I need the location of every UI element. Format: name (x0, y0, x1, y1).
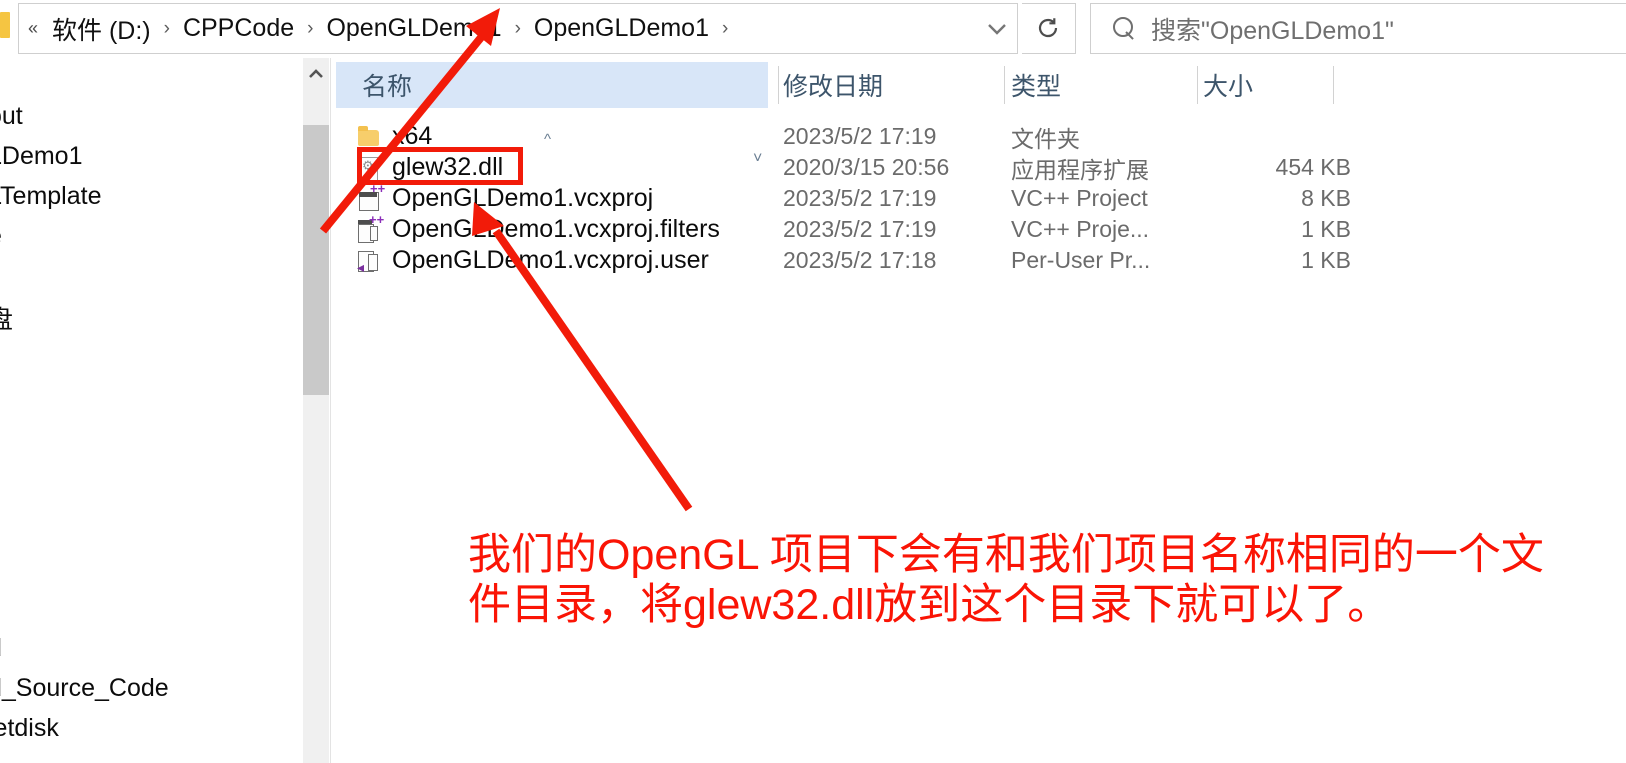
explorer-window: « 软件 (D:) › CPPCode › OpenGLDemo1 › Open… (0, 0, 1626, 763)
breadcrumb-item-opengldemo1[interactable]: OpenGLDemo1 (320, 14, 507, 43)
table-row[interactable]: OpenGLDemo1.vcxproj.filters 2023/5/2 17:… (331, 214, 1626, 245)
column-header-type-label: 类型 (1011, 73, 1062, 101)
breadcrumb-item-opengldemo1-inner[interactable]: OpenGLDemo1 (528, 14, 715, 43)
search-input[interactable]: 搜索"OpenGLDemo1" (1151, 11, 1394, 47)
chevron-down-icon[interactable] (975, 3, 1018, 54)
file-name-label: OpenGLDemo1.vcxproj (392, 184, 654, 212)
file-type-cell: VC++ Proje... (1011, 216, 1150, 242)
file-date-cell: 2023/5/2 17:19 (783, 216, 937, 242)
column-divider[interactable] (1197, 66, 1198, 104)
file-date-cell: 2023/5/2 17:19 (783, 123, 937, 149)
file-size-cell: 1 KB (1301, 216, 1351, 242)
column-divider[interactable] (1004, 66, 1005, 104)
table-row[interactable]: OpenGLDemo1.vcxproj 2023/5/2 17:19 VC++ … (331, 183, 1626, 214)
vcxproj-file-icon (357, 183, 385, 212)
vcxproj-filters-file-icon (357, 214, 384, 243)
vcxproj-user-file-icon: ◂ (357, 248, 381, 274)
file-name-cell[interactable]: OpenGLDemo1.vcxproj (357, 183, 653, 214)
chevron-up-icon[interactable] (303, 58, 329, 90)
nav-item-0[interactable]: out (0, 102, 23, 131)
breadcrumb-item-cppcode[interactable]: CPPCode (177, 14, 300, 43)
column-divider[interactable] (778, 66, 779, 104)
folder-icon (357, 124, 381, 150)
file-size-cell: 1 KB (1301, 247, 1351, 273)
file-name-cell[interactable]: glew32.dll (357, 152, 503, 183)
file-type-cell: 文件夹 (1011, 125, 1080, 152)
chevron-right-icon: › (722, 17, 729, 39)
breadcrumb[interactable]: « 软件 (D:) › CPPCode › OpenGLDemo1 › Open… (28, 0, 735, 57)
nav-item-4[interactable]: 盘 (0, 300, 13, 336)
breadcrumb-overflow-icon[interactable]: « (28, 18, 46, 39)
column-header-name[interactable]: 名称 (336, 62, 768, 108)
file-size-cell: 8 KB (1301, 185, 1351, 211)
file-list-pane: 名称 ˅ ^ 修改日期 类型 大小 x64 2023/5/2 17:19 文件夹 (331, 58, 1626, 763)
file-name-cell[interactable]: x64 (357, 121, 432, 152)
file-date-cell: 2023/5/2 17:19 (783, 185, 937, 211)
file-name-label: OpenGLDemo1.vcxproj.filters (392, 215, 720, 243)
column-header-date[interactable]: 修改日期 (783, 62, 1008, 108)
file-name-cell[interactable]: OpenGLDemo1.vcxproj.filters (357, 214, 720, 245)
table-row[interactable]: x64 2023/5/2 17:19 文件夹 (331, 121, 1626, 152)
chevron-right-icon: › (514, 17, 521, 39)
nav-item-8[interactable]: d_Source_Code (0, 674, 169, 703)
column-header-name-label: 名称 (362, 73, 413, 101)
nav-item-1[interactable]: LDemo1 (0, 142, 83, 171)
nav-item-2[interactable]: LTemplate (0, 182, 102, 211)
folder-icon (0, 12, 10, 38)
column-header-date-label: 修改日期 (783, 73, 884, 101)
file-name-cell[interactable]: ◂ OpenGLDemo1.vcxproj.user (357, 245, 709, 276)
address-bar: « 软件 (D:) › CPPCode › OpenGLDemo1 › Open… (0, 0, 1626, 57)
column-header-size-label: 大小 (1203, 73, 1254, 101)
column-divider[interactable] (1333, 66, 1334, 104)
table-row[interactable]: ◂ OpenGLDemo1.vcxproj.user 2023/5/2 17:1… (331, 245, 1626, 276)
table-row[interactable]: glew32.dll 2020/3/15 20:56 应用程序扩展 454 KB (331, 152, 1626, 183)
chevron-right-icon: › (307, 17, 314, 39)
nav-item-7[interactable]: d (0, 634, 2, 663)
file-size-cell (1186, 121, 1351, 152)
file-type-cell: Per-User Pr... (1011, 247, 1151, 273)
file-name-label: glew32.dll (392, 153, 504, 181)
column-header-size[interactable]: 大小 (1203, 62, 1343, 108)
dll-file-icon (357, 155, 381, 181)
file-size-cell: 454 KB (1275, 154, 1351, 180)
file-type-cell: VC++ Project (1011, 185, 1148, 211)
refresh-icon[interactable] (1022, 3, 1076, 54)
navigation-pane[interactable]: out LDemo1 LTemplate e 盘 ) ) d d_Source_… (0, 58, 300, 763)
breadcrumb-item-drive[interactable]: 软件 (D:) (46, 11, 157, 47)
file-name-label: x64 (392, 122, 433, 150)
navpane-scrollbar[interactable] (303, 58, 329, 763)
file-name-label: OpenGLDemo1.vcxproj.user (392, 246, 709, 274)
file-type-cell: 应用程序扩展 (1011, 156, 1149, 183)
search-box[interactable]: 搜索"OpenGLDemo1" (1090, 3, 1626, 54)
column-header-type[interactable]: 类型 (1011, 62, 1191, 108)
file-date-cell: 2020/3/15 20:56 (783, 154, 950, 180)
nav-item-3[interactable]: e (0, 222, 2, 251)
scrollbar-thumb[interactable] (303, 125, 329, 395)
file-date-cell: 2023/5/2 17:18 (783, 247, 937, 273)
chevron-right-icon: › (163, 17, 170, 39)
nav-item-9[interactable]: letdisk (0, 714, 59, 743)
search-icon (1113, 16, 1137, 41)
